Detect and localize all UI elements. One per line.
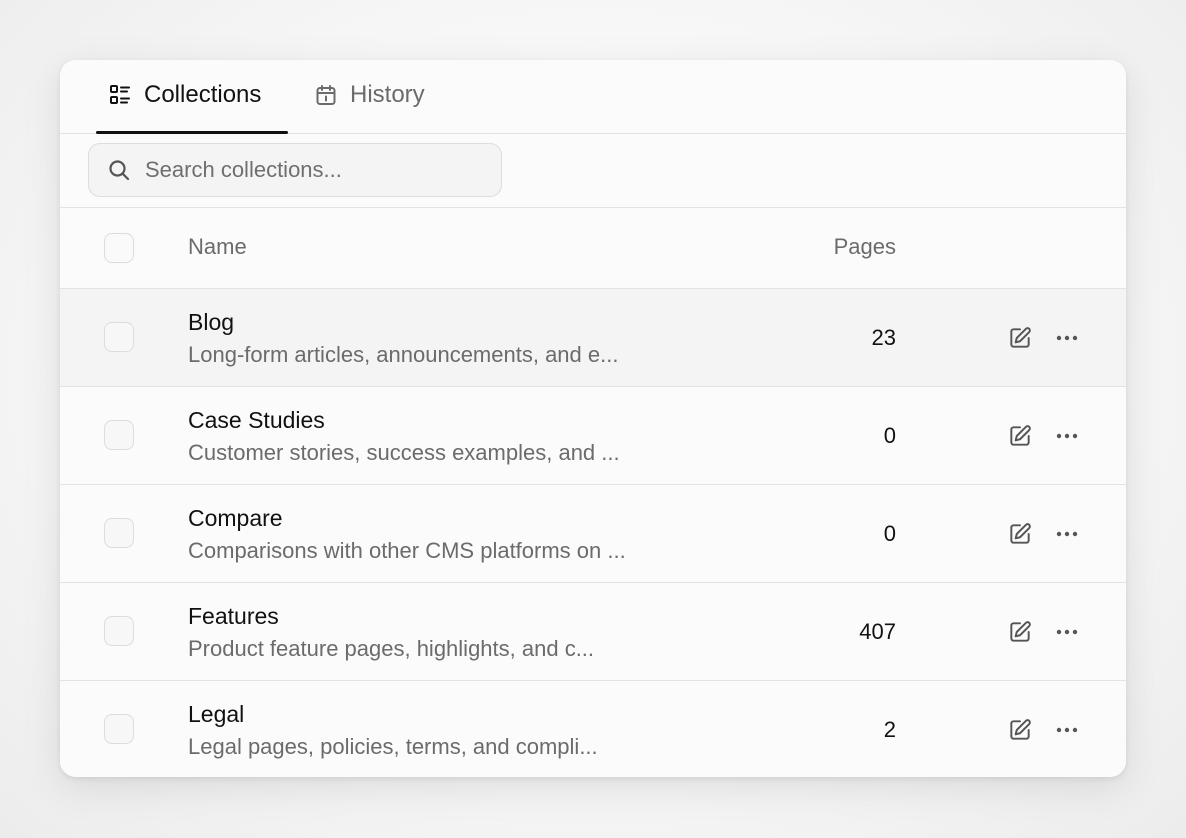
table-body: Blog Long-form articles, announcements, … [60, 289, 1126, 777]
more-icon[interactable] [1054, 717, 1080, 743]
row-title: Compare [188, 505, 283, 531]
tab-bar: Collections History [60, 60, 1126, 134]
table-row[interactable]: Compare Comparisons with other CMS platf… [60, 485, 1126, 583]
row-title: Features [188, 603, 279, 629]
row-pages-count: 0 [883, 521, 896, 546]
search-input[interactable] [143, 156, 477, 184]
row-description: Product feature pages, highlights, and c… [188, 636, 595, 661]
row-description: Legal pages, policies, terms, and compli… [188, 734, 598, 759]
row-pages-count: 2 [883, 717, 896, 742]
calendar-icon [314, 83, 338, 107]
list-icon [108, 83, 132, 107]
row-title: Blog [188, 309, 235, 335]
search-box [88, 143, 502, 197]
row-checkbox[interactable] [104, 714, 134, 744]
more-icon[interactable] [1054, 325, 1080, 351]
edit-icon[interactable] [1007, 717, 1033, 743]
tab-history[interactable]: History [314, 60, 425, 130]
more-icon[interactable] [1054, 521, 1080, 547]
more-icon[interactable] [1054, 619, 1080, 645]
row-description: Long-form articles, announcements, and e… [188, 342, 619, 367]
table-row[interactable]: Blog Long-form articles, announcements, … [60, 289, 1126, 387]
tab-history-label: History [350, 81, 425, 108]
select-all-checkbox[interactable] [104, 233, 134, 263]
column-header-name[interactable]: Name [188, 234, 247, 260]
edit-icon[interactable] [1007, 619, 1033, 645]
table-row[interactable]: Case Studies Customer stories, success e… [60, 387, 1126, 485]
row-checkbox[interactable] [104, 616, 134, 646]
more-icon[interactable] [1054, 423, 1080, 449]
table-row[interactable]: Features Product feature pages, highligh… [60, 583, 1126, 681]
row-title: Case Studies [188, 407, 325, 433]
row-pages-count: 23 [871, 325, 896, 350]
row-checkbox[interactable] [104, 420, 134, 450]
edit-icon[interactable] [1007, 521, 1033, 547]
tab-collections[interactable]: Collections [108, 60, 261, 130]
row-description: Customer stories, success examples, and … [188, 440, 620, 465]
row-checkbox[interactable] [104, 518, 134, 548]
row-pages-count: 407 [859, 619, 896, 644]
edit-icon[interactable] [1007, 423, 1033, 449]
row-title: Legal [188, 701, 245, 727]
row-description: Comparisons with other CMS platforms on … [188, 538, 626, 563]
table-row[interactable]: Legal Legal pages, policies, terms, and … [60, 681, 1126, 777]
edit-icon[interactable] [1007, 325, 1033, 351]
tab-collections-label: Collections [144, 81, 262, 108]
collections-panel: Collections History Search collections..… [60, 60, 1126, 777]
row-pages-count: 0 [883, 423, 896, 448]
search-icon [107, 158, 131, 182]
search-bar [60, 134, 1126, 208]
table-header: Name Pages [60, 208, 1126, 289]
column-header-pages[interactable]: Pages [834, 234, 896, 260]
row-checkbox[interactable] [104, 322, 134, 352]
